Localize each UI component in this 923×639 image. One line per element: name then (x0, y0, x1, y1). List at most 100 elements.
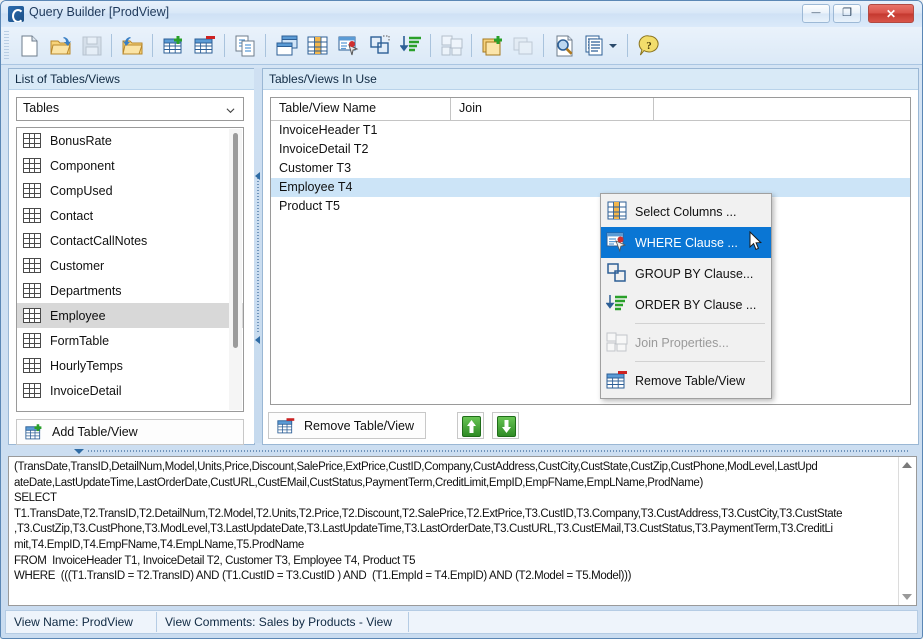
open-folder-back-icon (118, 31, 148, 60)
splitter-collapse-down-arrow[interactable] (255, 336, 260, 344)
toolbar-order-by-button[interactable] (396, 31, 426, 60)
toolbar-remove-table-button[interactable] (190, 31, 220, 60)
menu-item-order-by[interactable]: ORDER BY Clause ... (601, 289, 771, 320)
table-remove-icon (190, 31, 220, 60)
sql-text-area[interactable]: (TransDate,TransID,DetailNum,Model,Units… (8, 456, 917, 606)
chevron-down-icon (609, 44, 617, 48)
table-remove-icon (277, 417, 296, 434)
toolbar-copy-button[interactable] (231, 31, 261, 60)
toolbar-new-query-button[interactable] (15, 31, 45, 60)
table-list-item[interactable]: Employee (17, 303, 243, 328)
table-icon (23, 208, 41, 223)
menu-item-label: Select Columns ... (635, 204, 737, 219)
table-list-item-label: InvoiceDetail (50, 383, 122, 398)
toolbar-column-grid-button[interactable] (303, 31, 333, 60)
grid-column-header-name[interactable]: Table/View Name (271, 98, 451, 120)
table-list-item[interactable]: Component (17, 153, 243, 178)
new-view-icon (478, 31, 508, 60)
table-icon (23, 258, 41, 273)
scroll-down-arrow-icon[interactable] (902, 594, 912, 600)
toolbar-duplicate-view-button[interactable] (509, 31, 539, 60)
splitter-collapse-up-arrow[interactable] (255, 172, 260, 180)
table-list-item[interactable]: ContactCallNotes (17, 228, 243, 253)
toolbar-new-view-button[interactable] (478, 31, 508, 60)
table-icon (23, 358, 41, 373)
object-type-select[interactable]: Tables (16, 97, 244, 121)
table-list-item[interactable]: Contact (17, 203, 243, 228)
table-list-item-label: Contact (50, 208, 94, 223)
table-row[interactable]: Customer T3 (271, 159, 910, 178)
table-row[interactable]: Product T5 (271, 197, 910, 216)
move-up-button[interactable] (457, 412, 484, 439)
sql-scrollbar[interactable] (898, 457, 916, 605)
table-icon (23, 158, 41, 173)
table-list-item[interactable]: Customer (17, 253, 243, 278)
minimize-icon: — (811, 7, 821, 17)
menu-item-select-columns[interactable]: Select Columns ... (601, 196, 771, 227)
tables-listbox[interactable]: BonusRate Component CompUsed Contact Contact… (16, 127, 244, 412)
table-icon (23, 283, 41, 298)
object-type-value: Tables (23, 101, 60, 115)
splitter-collapse-icon[interactable] (74, 449, 84, 454)
table-list-item[interactable]: HourlyTemps (17, 353, 243, 378)
table-icon (23, 308, 41, 323)
table-row[interactable]: Employee T4 (271, 178, 910, 197)
toolbar-grip[interactable] (4, 31, 9, 60)
status-bar: View Name: ProdView View Comments: Sales… (5, 610, 918, 634)
duplicate-view-icon (509, 31, 539, 60)
toolbar-add-table-button[interactable] (159, 31, 189, 60)
table-list-item[interactable]: Departments (17, 278, 243, 303)
toolbar-help-button[interactable]: ? (634, 31, 664, 60)
horizontal-splitter[interactable] (8, 447, 915, 455)
table-list-item[interactable]: BonusRate (17, 128, 243, 153)
toolbar-join-properties-button[interactable] (437, 31, 467, 60)
table-list-item[interactable]: FormTable (17, 328, 243, 353)
table-add-icon (159, 31, 189, 60)
table-list-item-label: Departments (50, 283, 122, 298)
toolbar-group-by-button[interactable] (365, 31, 395, 60)
toolbar-save-query-button[interactable] (77, 31, 107, 60)
copy-pages-icon (231, 31, 261, 60)
menu-item-group-by[interactable]: GROUP BY Clause... (601, 258, 771, 289)
table-list-item-label: ContactCallNotes (50, 233, 148, 248)
sql-statement-text: (TransDate,TransID,DetailNum,Model,Units… (14, 461, 843, 583)
close-icon: ✕ (885, 6, 897, 21)
toolbar-open-view-button[interactable] (118, 31, 148, 60)
add-table-view-label: Add Table/View (52, 425, 138, 439)
vertical-splitter[interactable] (254, 68, 262, 443)
tables-list-scrollbar[interactable] (229, 129, 242, 410)
toolbar-where-clause-button[interactable] (334, 31, 364, 60)
remove-table-view-button[interactable]: Remove Table/View (268, 412, 426, 439)
order-by-icon (605, 294, 628, 314)
svg-text:?: ? (646, 40, 652, 52)
move-down-button[interactable] (492, 412, 519, 439)
table-list-item[interactable]: InvoiceDetail (17, 378, 243, 403)
add-table-view-button[interactable]: Add Table/View (16, 419, 244, 445)
right-panel-header: Tables/Views In Use (263, 69, 918, 90)
toolbar-select-columns-button[interactable] (272, 31, 302, 60)
table-row-name: InvoiceDetail T2 (279, 142, 369, 156)
toolbar-preview-results-button[interactable] (550, 31, 580, 60)
tables-list-scroll-thumb[interactable] (233, 133, 238, 348)
toolbar-open-query-button[interactable] (46, 31, 76, 60)
grid-column-header-join[interactable]: Join (451, 98, 654, 120)
table-icon (23, 383, 41, 398)
table-icon (23, 133, 41, 148)
maximize-button[interactable]: ❐ (833, 4, 861, 23)
window-title: Query Builder [ProdView] (29, 5, 170, 19)
remove-table-view-label: Remove Table/View (304, 418, 415, 433)
tables-in-use-grid[interactable]: Table/View Name Join InvoiceHeader T1 Inv… (270, 97, 911, 405)
menu-item-remove-table[interactable]: Remove Table/View (601, 365, 771, 396)
close-button[interactable]: ✕ (868, 4, 914, 23)
scroll-up-arrow-icon[interactable] (902, 462, 912, 468)
grid-header-row: Table/View Name Join (271, 98, 910, 121)
toolbar-run-query-dropdown[interactable] (606, 31, 620, 60)
table-row[interactable]: InvoiceDetail T2 (271, 140, 910, 159)
table-list-item[interactable]: CompUsed (17, 178, 243, 203)
minimize-button[interactable]: — (802, 4, 830, 23)
menu-separator (635, 361, 765, 362)
menu-item-where-clause[interactable]: WHERE Clause ... (601, 227, 771, 258)
grid-column-header-extra[interactable] (654, 98, 910, 120)
table-row[interactable]: InvoiceHeader T1 (271, 121, 910, 140)
horizontal-splitter-grip (88, 450, 909, 452)
